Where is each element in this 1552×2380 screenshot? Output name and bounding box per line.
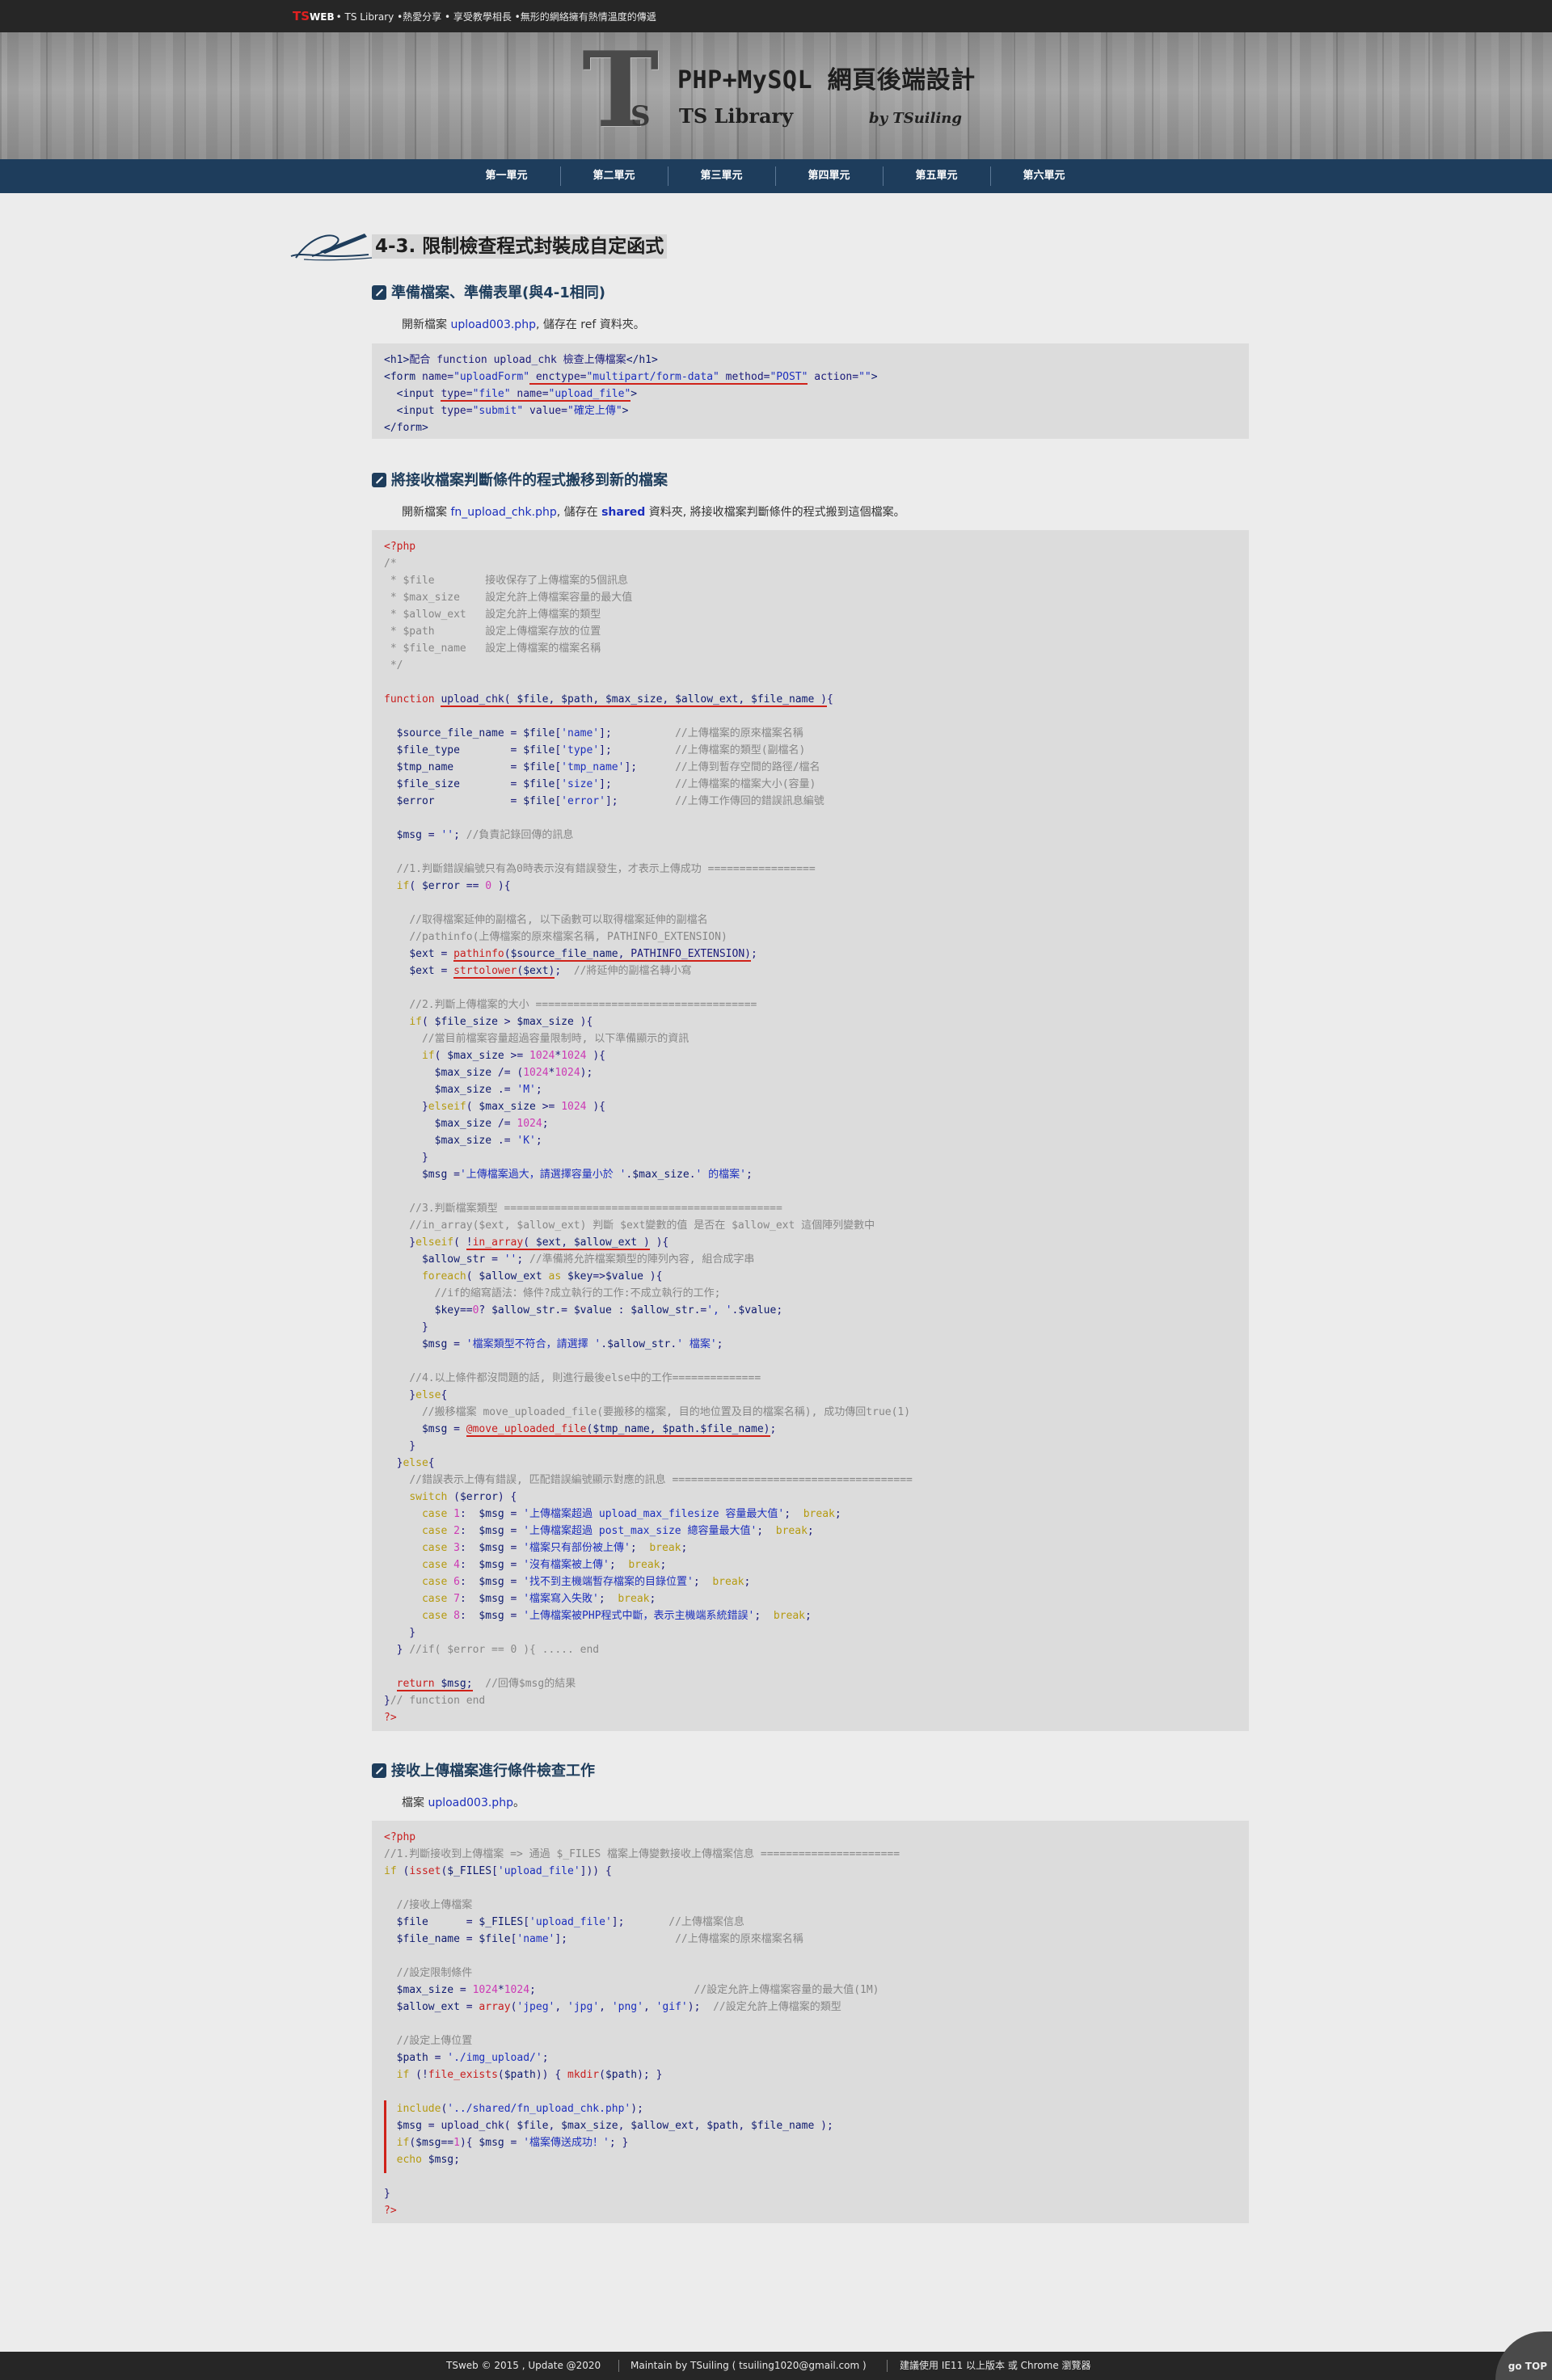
nav-unit-5[interactable]: 第五單元 [883, 159, 990, 193]
ts-logo-mark: TS [293, 9, 310, 23]
section-heading-text: 準備檔案、準備表單(與4-1相同) [391, 284, 605, 301]
section-intro: 開新檔案 upload003.php, 儲存在 ref 資料夾。 [402, 316, 645, 334]
code-block-form: <h1>配合 function upload_chk 檢查上傳檔案</h1> <… [372, 343, 1249, 439]
site-banner: T S PHP+MySQL 網頁後端設計 TS Library by TSuil… [0, 32, 1552, 159]
section-heading-text: 將接收檔案判斷條件的程式搬移到新的檔案 [391, 472, 668, 489]
section-heading-text: 接收上傳檔案進行條件檢查工作 [391, 1763, 595, 1780]
top-bar-slogan: • TS Library •熱愛分享 • 享受教學相長 •無形的網絡擁有熱情溫度… [335, 11, 656, 23]
page-title: 4-3. 限制檢查程式封裝成自定函式 [372, 234, 668, 259]
section-heading-prepare: 準備檔案、準備表單(與4-1相同) [372, 282, 605, 305]
site-logo[interactable]: T S PHP+MySQL 網頁後端設計 TS Library by TSuil… [582, 39, 975, 149]
edit-icon [372, 1763, 386, 1778]
nav-unit-2[interactable]: 第二單元 [560, 159, 668, 193]
logo-letter-s: S [630, 100, 651, 133]
edit-icon [372, 285, 386, 300]
intro-text: 檔案 [402, 1797, 428, 1809]
code-block-upload: <?php //1.判斷接收到上傳檔案 => 通過 $_FILES 檔案上傳變數… [372, 1821, 1249, 2223]
code-fn-upload-chk: <?php /* * $file 接收保存了上傳檔案的5個訊息 * $max_s… [384, 541, 913, 1724]
footer-browser-note: 建議使用 IE11 以上版本 或 Chrome 瀏覽器 [900, 2360, 1091, 2371]
code-form-html: <h1>配合 function upload_chk 檢查上傳檔案</h1> <… [384, 354, 878, 434]
section-heading-check: 接收上傳檔案進行條件檢查工作 [372, 1760, 595, 1783]
nav-unit-3[interactable]: 第三單元 [668, 159, 775, 193]
footer-divider [887, 2360, 888, 2372]
file-name: upload003.php [450, 318, 536, 331]
nav-unit-1[interactable]: 第一單元 [453, 159, 560, 193]
top-bar: TSWEB • TS Library •熱愛分享 • 享受教學相長 •無形的網絡擁… [0, 0, 1552, 32]
intro-text: , 儲存在 [556, 506, 602, 519]
code-upload003: <?php //1.判斷接收到上傳檔案 => 通過 $_FILES 檔案上傳變數… [384, 1831, 900, 2217]
go-top-button[interactable]: go TOP [1495, 2332, 1552, 2380]
folder-name: shared [601, 506, 646, 519]
site-subtitle: TS Library [679, 104, 794, 128]
intro-text: 開新檔案 [402, 506, 451, 519]
intro-text: 。 [512, 1797, 525, 1809]
site-author: by TSuiling [869, 110, 962, 127]
nav-unit-4[interactable]: 第四單元 [775, 159, 883, 193]
footer-maintainer[interactable]: Maintain by TSuiling ( tsuiling1020@gmai… [630, 2352, 867, 2380]
site-footer: TSweb © 2015 , Update @2020 Maintain by … [0, 2352, 1552, 2380]
file-name: fn_upload_chk.php [450, 506, 557, 519]
pen-flourish-icon [290, 234, 373, 261]
section-intro: 開新檔案 fn_upload_chk.php, 儲存在 shared 資料夾, … [402, 503, 905, 521]
intro-text: 資料夾, 將接收檔案判斷條件的程式搬到這個檔案。 [645, 506, 905, 519]
section-heading-move-code: 將接收檔案判斷條件的程式搬移到新的檔案 [372, 470, 668, 492]
file-name: upload003.php [428, 1797, 513, 1809]
edit-icon [372, 473, 386, 487]
footer-divider [618, 2360, 619, 2372]
intro-text: 開新檔案 [402, 318, 451, 331]
footer-copyright: TSweb © 2015 , Update @2020 [446, 2360, 601, 2371]
intro-text: , 儲存在 ref 資料夾。 [535, 318, 645, 331]
nav-unit-6[interactable]: 第六單元 [990, 159, 1098, 193]
section-intro: 檔案 upload003.php。 [402, 1794, 525, 1812]
web-logo-mark: WEB [310, 11, 335, 23]
code-block-function: <?php /* * $file 接收保存了上傳檔案的5個訊息 * $max_s… [372, 530, 1249, 1731]
highlight-bar [384, 2100, 386, 2173]
site-title: PHP+MySQL 網頁後端設計 [677, 66, 976, 95]
main-nav: 第一單元 第二單元 第三單元 第四單元 第五單元 第六單元 [0, 159, 1552, 193]
